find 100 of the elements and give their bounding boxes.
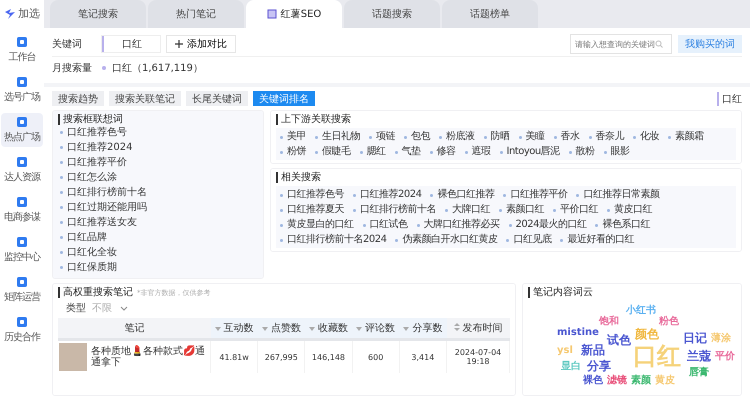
keyword-chip[interactable]: 伪素颜白开水口红黄皮 (395, 233, 498, 246)
cloud-word: 显白 (561, 362, 581, 372)
keyword-chip[interactable]: 口红推荐色号 (280, 188, 344, 201)
keyword-chip[interactable]: 眼影 (604, 145, 630, 158)
suggestion-item[interactable]: 口红推荐2024 (58, 140, 258, 155)
column-header[interactable]: 笔记 (58, 318, 210, 340)
suggestion-item[interactable]: 口红推荐送女友 (58, 215, 258, 230)
keyword-chip[interactable]: 口红排行榜前十名 (353, 203, 436, 216)
column-header[interactable]: 点赞数 (258, 318, 305, 340)
cloud-word: 颜色 (635, 328, 659, 340)
keyword-chip[interactable]: 裸色系口红 (595, 218, 650, 231)
keyword-chip[interactable]: 粉饼 (280, 145, 306, 158)
table-cell: 600 (352, 340, 400, 373)
keyword-chip[interactable]: 假睫毛 (315, 145, 350, 158)
suggestion-item[interactable]: 口红推荐色号 (58, 125, 258, 140)
sub-tab[interactable]: 关键词排名 (253, 91, 315, 106)
keyword-chip[interactable]: 粉底液 (439, 130, 474, 143)
keyword-chip[interactable]: 遮瑕 (464, 145, 490, 158)
keyword-chip[interactable]: 口红排行榜前十名2024 (280, 233, 386, 246)
keyword-chip[interactable]: 大牌口红 (445, 203, 490, 216)
tab[interactable]: 话题搜索 (344, 0, 440, 28)
tile-icon (16, 196, 28, 208)
sidebar-item[interactable]: 矩阵运营 (1, 273, 43, 307)
sidebar-item[interactable]: 工作台 (1, 33, 43, 67)
sub-tab[interactable]: 搜索关联笔记 (109, 91, 181, 106)
sidebar-item[interactable]: 历史合作 (1, 313, 43, 347)
keyword-chip[interactable]: 美甲 (280, 130, 306, 143)
suggestion-item[interactable]: 口红排行榜前十名 (58, 185, 258, 200)
suggestion-item[interactable]: 口红怎么涂 (58, 170, 258, 185)
suggestion-item[interactable]: 口红推荐平价 (58, 155, 258, 170)
keyword-chip[interactable]: 口红推荐日常素颜 (576, 188, 660, 201)
keyword-chip[interactable]: 口红推荐平价 (503, 188, 568, 201)
keyword-chip[interactable]: 化妆 (633, 130, 659, 143)
column-header[interactable]: 分享数 (399, 318, 446, 340)
column-header[interactable]: 发布时间 (446, 318, 510, 340)
suggestion-item[interactable]: 口红品牌 (58, 230, 258, 245)
keyword-chip[interactable]: 大牌口红推荐必买 (416, 218, 500, 231)
keyword-chip[interactable]: 平价口红 (553, 203, 598, 216)
column-header[interactable]: 互动数 (210, 318, 258, 340)
keyword-chip[interactable]: 口红推荐2024 (353, 188, 422, 201)
tab[interactable]: 热门笔记 (148, 0, 244, 28)
cloud-word: 裸色 (583, 376, 603, 386)
sidebar-item[interactable]: 监控中心 (1, 233, 43, 267)
tab[interactable]: 话题榜单 (442, 0, 538, 28)
keyword-chip[interactable]: 口红推荐夏天 (280, 203, 344, 216)
bought-words-button[interactable]: 我购买的词 (678, 35, 742, 53)
cloud-word: 薄涂 (711, 334, 731, 344)
sidebar-item[interactable]: 热点广场 (1, 113, 43, 147)
keyword-chip[interactable]: 气垫 (394, 145, 420, 158)
caret-icon (356, 327, 362, 331)
logo-icon (4, 8, 16, 20)
tab[interactable]: 红薯SEO (246, 0, 342, 28)
sidebar-item[interactable]: 电商参谋 (1, 193, 43, 227)
table-cell: 146,148 (304, 340, 352, 373)
keyword-chip[interactable]: 最近好看的口红 (560, 233, 634, 246)
sidebar-item[interactable]: 达人资源 (1, 153, 43, 187)
column-header[interactable]: 评论数 (352, 318, 400, 340)
keyword-chip[interactable]: 散粉 (568, 145, 595, 158)
add-compare-button[interactable]: 添加对比 (166, 35, 236, 53)
cloud-word: 素颜 (631, 376, 651, 386)
keyword-chip[interactable]: 包包 (404, 130, 430, 143)
suggestion-item[interactable]: 口红保质期 (58, 260, 258, 275)
note-title[interactable]: 各种质地💄各种款式💋通通拿下 (91, 346, 209, 368)
suggestion-item[interactable]: 口红过期还能用吗 (58, 200, 258, 215)
cloud-word: 日记 (683, 332, 707, 344)
keyword-chip[interactable]: 项链 (369, 130, 395, 143)
keyword-chip[interactable]: 防晒 (484, 130, 510, 143)
cloud-word: 分享 (587, 360, 611, 372)
panel-title: 上下游关联搜索 (276, 114, 736, 125)
keyword-chip[interactable]: 修容 (430, 145, 456, 158)
keyword-chip[interactable]: 口红试色 (362, 218, 408, 231)
chevron-icon (120, 306, 128, 310)
sub-tab[interactable]: 长尾关键词 (186, 91, 248, 106)
keyword-chip[interactable]: 生日礼物 (315, 130, 360, 143)
keyword-chip[interactable]: 香水 (554, 130, 580, 143)
tab[interactable]: 笔记搜索 (50, 0, 146, 28)
keyword-field[interactable]: 口红 (102, 36, 160, 52)
sub-tab[interactable]: 搜索趋势 (52, 91, 104, 106)
keyword-chip[interactable]: 美瞳 (518, 130, 544, 143)
legend-item: 口红 (717, 92, 742, 106)
keyword-chip[interactable]: 口红见底 (506, 233, 552, 246)
table-cell: 2024-07-04 19:18 (446, 340, 510, 373)
cloud-word: 新品 (581, 344, 605, 356)
caret-icon (214, 327, 221, 331)
search-field[interactable]: 请输入想查询的关键词 (570, 34, 672, 54)
keyword-chip[interactable]: 素颜口红 (499, 203, 544, 216)
keyword-chip[interactable]: 黄皮显白的口红 (280, 218, 354, 231)
keyword-chip[interactable]: 裸色口红推荐 (430, 188, 494, 201)
keyword-chip[interactable]: 黄皮口红 (607, 203, 652, 216)
keyword-chip[interactable]: 素颜霜 (668, 130, 704, 143)
tile-icon (16, 316, 28, 328)
column-header[interactable]: 收藏数 (304, 318, 352, 340)
suggestion-item[interactable]: 口红化全妆 (58, 245, 258, 260)
cloud-word: 平价 (715, 352, 735, 362)
keyword-chip[interactable]: 2024最火的口红 (508, 218, 586, 231)
keyword-chip[interactable]: Intoyou唇泥 (500, 145, 560, 158)
sidebar-item[interactable]: 选号广场 (1, 73, 43, 107)
keyword-chip[interactable]: 腮红 (360, 145, 386, 158)
keyword-chip[interactable]: 香奈儿 (588, 130, 624, 143)
caret-icon (403, 327, 410, 331)
